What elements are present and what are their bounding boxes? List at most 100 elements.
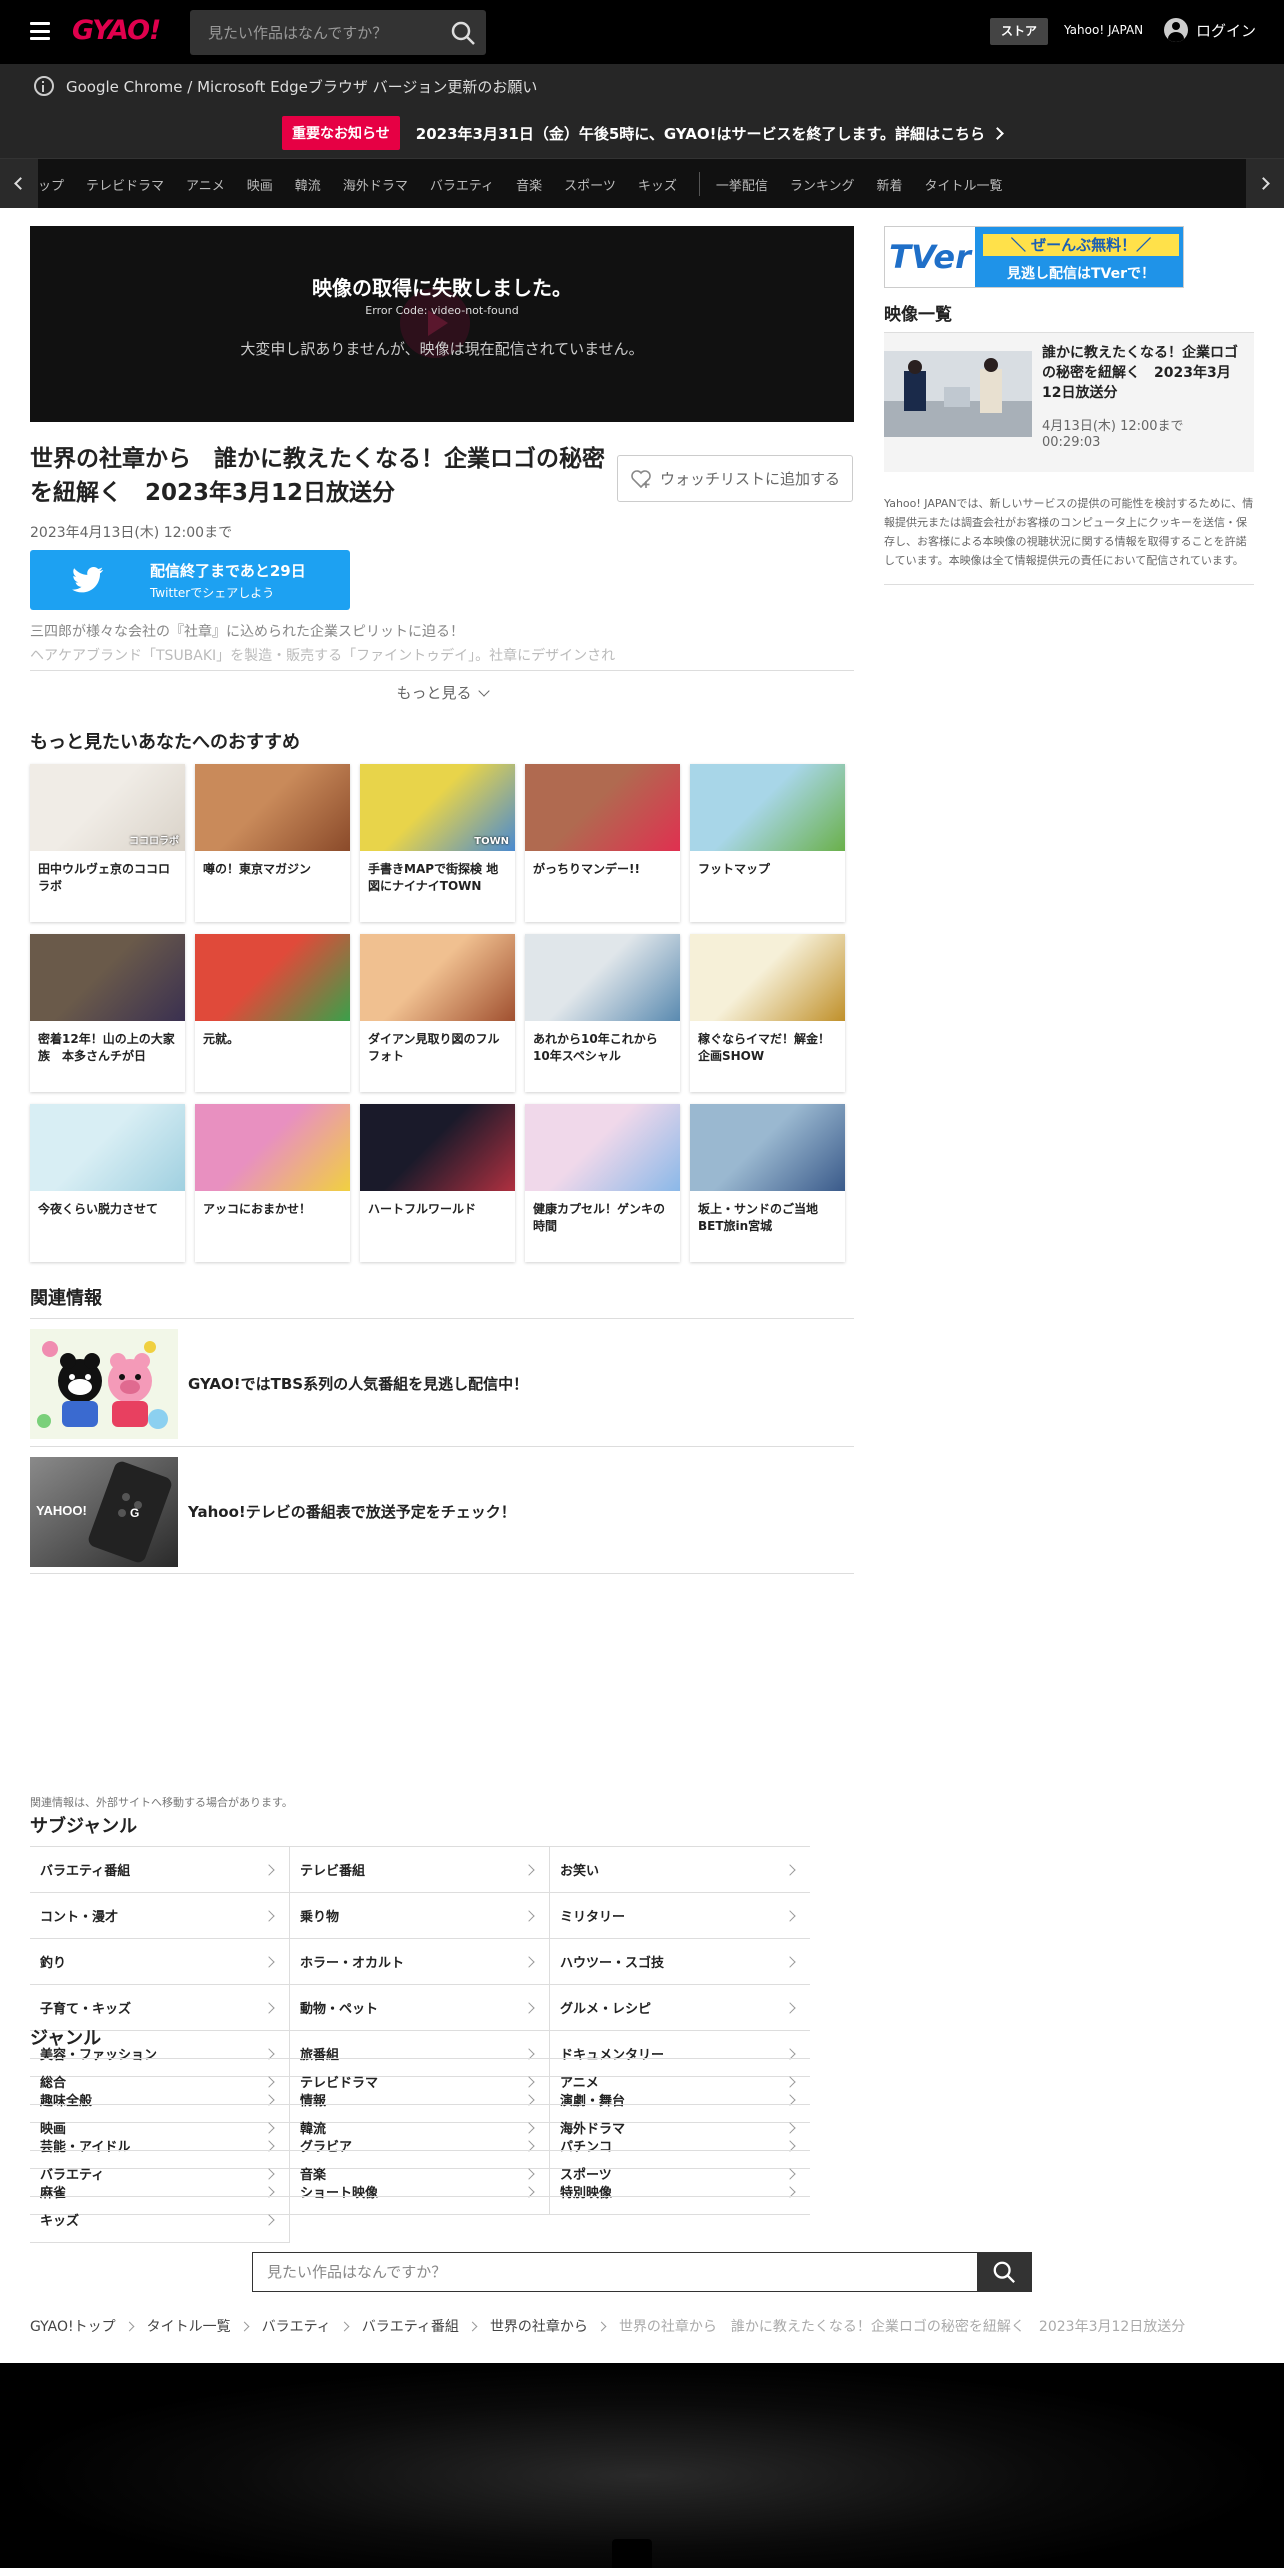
- breadcrumb-item[interactable]: バラエティ番組: [362, 2316, 459, 2336]
- nav-item-variety[interactable]: バラエティ: [430, 175, 494, 194]
- breadcrumb-item[interactable]: バラエティ: [262, 2316, 331, 2336]
- related-item[interactable]: GYAO!ではTBS系列の人気番組を見逃し配信中！: [30, 1318, 854, 1446]
- breadcrumb-item[interactable]: タイトル一覧: [147, 2316, 231, 2336]
- chevron-right-icon: [263, 1863, 275, 1876]
- chevron-right-icon: [784, 2001, 796, 2014]
- recommend-thumbnail: [195, 934, 350, 1021]
- genre-item[interactable]: バラエティ: [30, 2151, 290, 2197]
- subgenre-label: コント・漫才: [40, 1910, 119, 1925]
- subgenre-item[interactable]: お笑い: [550, 1847, 810, 1893]
- menu-icon[interactable]: [30, 22, 50, 40]
- breadcrumb-item[interactable]: GYAO!トップ: [30, 2316, 116, 2336]
- browser-notice[interactable]: Google Chrome / Microsoft Edgeブラウザ バージョン…: [0, 64, 1284, 108]
- search-input[interactable]: [190, 10, 440, 55]
- recommend-card[interactable]: がっちりマンデー!!: [525, 764, 680, 922]
- nav-item-sports[interactable]: スポーツ: [564, 175, 616, 194]
- chevron-right-icon: [523, 2167, 535, 2180]
- subgenre-item[interactable]: 乗り物: [290, 1893, 550, 1939]
- scroll-top-button[interactable]: [612, 2539, 652, 2568]
- nav-item-ranking[interactable]: ランキング: [790, 175, 855, 194]
- subgenre-item[interactable]: ハウツー・スゴ技: [550, 1939, 810, 1985]
- genre-item[interactable]: アニメ: [550, 2059, 810, 2105]
- search-icon[interactable]: [450, 20, 476, 46]
- recommend-card[interactable]: ダイアン見取り図のフルフォト: [360, 934, 515, 1092]
- video-list-item[interactable]: 誰かに教えたくなる！企業ロゴの秘密を紐解く 2023年3月12日放送分 4月13…: [884, 332, 1254, 472]
- nav-item-top[interactable]: ップ: [38, 175, 64, 194]
- chevron-right-icon: [523, 2001, 535, 2014]
- important-notice[interactable]: 重要なお知らせ 2023年3月31日（金）午後5時に、GYAO!はサービスを終了…: [0, 108, 1284, 158]
- recommend-card[interactable]: TOWN 手書きMAPで街探検 地図にナイナイTOWN: [360, 764, 515, 922]
- chevron-right-icon: [263, 2075, 275, 2088]
- subgenre-item[interactable]: 釣り: [30, 1939, 290, 1985]
- nav-item-binge[interactable]: 一挙配信: [716, 175, 768, 194]
- subgenre-item[interactable]: テレビ番組: [290, 1847, 550, 1893]
- recommend-card[interactable]: 今夜くらい脱力させて: [30, 1104, 185, 1262]
- twitter-share-button[interactable]: 配信終了まであと29日 Twitterでシェアしよう: [30, 550, 350, 610]
- recommend-title: 今夜くらい脱力させて: [38, 1202, 159, 1216]
- subgenre-item[interactable]: コント・漫才: [30, 1893, 290, 1939]
- sidebar-note: Yahoo! JAPANでは、新しいサービスの提供の可能性を検討するために、情報…: [884, 494, 1254, 585]
- watchlist-button[interactable]: ウォッチリストに追加する: [617, 455, 853, 502]
- nav-item-music[interactable]: 音楽: [516, 175, 542, 194]
- recommend-card[interactable]: 稼ぐならイマだ！解金！企画SHOW: [690, 934, 845, 1092]
- nav-item-anime[interactable]: アニメ: [186, 175, 225, 194]
- recommend-card[interactable]: あれから10年これから10年スペシャル: [525, 934, 680, 1092]
- chevron-right-icon: [263, 1909, 275, 1922]
- video-player[interactable]: 映像の取得に失敗しました。 Error Code: video-not-foun…: [30, 226, 854, 422]
- gyao-logo[interactable]: GYAO!: [72, 15, 161, 46]
- recommend-card[interactable]: アッコにおまかせ！: [195, 1104, 350, 1262]
- genre-item[interactable]: キッズ: [30, 2197, 290, 2243]
- nav-item-korean[interactable]: 韓流: [295, 175, 321, 194]
- recommend-card[interactable]: 元就。: [195, 934, 350, 1092]
- related-item[interactable]: YAHOO! G Yahoo!テレビの番組表で放送予定をチェック！: [30, 1446, 854, 1574]
- genre-item[interactable]: 音楽: [290, 2151, 550, 2197]
- tver-banner-line2: 見逃し配信はTVerで！: [1006, 266, 1156, 282]
- recommend-grid: ココロラボ 田中ウルヴェ京のココロラボ 噂の！東京マガジン TOWN 手書きMAPで街探…: [30, 764, 850, 1262]
- bottom-search-input[interactable]: [252, 2252, 978, 2292]
- recommend-thumbnail: [690, 764, 845, 851]
- category-nav-items: ップ テレビドラマ アニメ 映画 韓流 海外ドラマ バラエティ 音楽 スポーツ …: [38, 159, 1025, 209]
- subgenre-item[interactable]: 動物・ペット: [290, 1985, 550, 2031]
- genre-item[interactable]: 映画: [30, 2105, 290, 2151]
- recommend-title: アッコにおまかせ！: [203, 1202, 312, 1216]
- recommend-card[interactable]: ハートフルワールド: [360, 1104, 515, 1262]
- nav-item-kids[interactable]: キッズ: [638, 175, 677, 194]
- subgenre-item[interactable]: ホラー・オカルト: [290, 1939, 550, 1985]
- recommend-card[interactable]: ココロラボ 田中ウルヴェ京のココロラボ: [30, 764, 185, 922]
- nav-item-drama[interactable]: テレビドラマ: [86, 175, 164, 194]
- nav-scroll-left-button[interactable]: [0, 159, 38, 209]
- recommend-card[interactable]: 健康カプセル！ゲンキの時間: [525, 1104, 680, 1262]
- genre-item[interactable]: 総合: [30, 2059, 290, 2105]
- genre-item[interactable]: 海外ドラマ: [550, 2105, 810, 2151]
- store-button[interactable]: ストア: [990, 18, 1048, 45]
- yahoo-japan-link[interactable]: Yahoo! JAPAN: [1064, 23, 1143, 37]
- login-button[interactable]: ログイン: [1164, 18, 1256, 42]
- nav-scroll-right-button[interactable]: [1246, 159, 1284, 209]
- recommend-card[interactable]: フットマップ: [690, 764, 845, 922]
- genre-item[interactable]: スポーツ: [550, 2151, 810, 2197]
- nav-item-overseas-drama[interactable]: 海外ドラマ: [343, 175, 408, 194]
- recommend-card[interactable]: 密着12年！山の上の大家族 本多さんチが日: [30, 934, 185, 1092]
- recommend-card[interactable]: 噂の！東京マガジン: [195, 764, 350, 922]
- chevron-right-icon: [339, 2321, 350, 2331]
- breadcrumb-item[interactable]: 世界の社章から: [490, 2316, 588, 2336]
- bottom-search-button[interactable]: [978, 2252, 1032, 2292]
- subgenre-item[interactable]: バラエティ番組: [30, 1847, 290, 1893]
- nav-item-new[interactable]: 新着: [876, 175, 902, 194]
- user-icon: [1164, 18, 1188, 42]
- more-button[interactable]: もっと見る: [0, 682, 884, 703]
- login-label: ログイン: [1196, 21, 1257, 40]
- subgenre-item[interactable]: ミリタリー: [550, 1893, 810, 1939]
- subgenre-item[interactable]: グルメ・レシピ: [550, 1985, 810, 2031]
- recommend-thumbnail: TOWN: [360, 764, 515, 851]
- tver-banner[interactable]: TVer ＼ ぜーんぶ無料！／ 見逃し配信はTVerで！: [884, 226, 1184, 288]
- more-label: もっと見る: [396, 684, 472, 702]
- nav-item-movie[interactable]: 映画: [247, 175, 273, 194]
- related-title: GYAO!ではTBS系列の人気番組を見逃し配信中！: [188, 1375, 529, 1393]
- nav-item-title-list[interactable]: タイトル一覧: [925, 175, 1003, 194]
- genre-item[interactable]: テレビドラマ: [290, 2059, 550, 2105]
- subgenre-label: 乗り物: [300, 1910, 340, 1925]
- recommend-card[interactable]: 坂上・サンドのご当地BET旅in宮城: [690, 1104, 845, 1262]
- genre-item[interactable]: 韓流: [290, 2105, 550, 2151]
- top-bar: GYAO! ストア Yahoo! JAPAN ログイン: [0, 0, 1284, 64]
